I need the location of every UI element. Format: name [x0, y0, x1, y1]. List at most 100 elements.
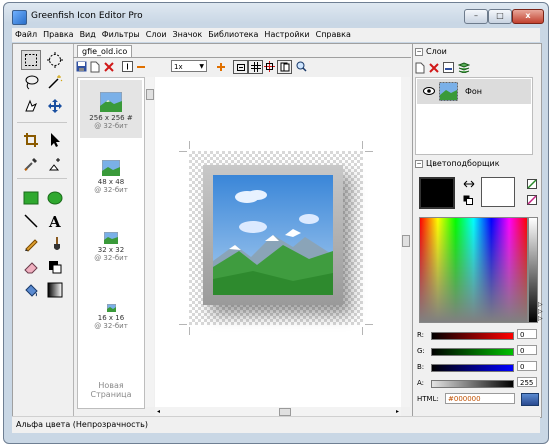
html-color-input[interactable]: #000000: [445, 393, 515, 404]
eraser-icon[interactable]: [21, 257, 41, 277]
page-item[interactable]: 256 x 256 # @ 32-бит: [80, 80, 142, 138]
brush-icon[interactable]: [45, 234, 65, 254]
color-dialog-button[interactable]: [521, 393, 539, 406]
eye-icon[interactable]: [423, 87, 435, 95]
page-item[interactable]: 32 x 32 @ 32-бит: [80, 228, 142, 280]
gradient-icon[interactable]: [45, 280, 65, 300]
transparent-color-icon[interactable]: [527, 179, 537, 189]
title-bar[interactable]: Greenfish Icon Editor Pro – □ x: [4, 3, 548, 29]
right-panel: − Слои Фон − Цветоподборщик ▷ ▷ ▷ R: 0 G…: [412, 44, 543, 417]
canvas-horizontal-scrollbar[interactable]: ◂ ▸: [155, 407, 401, 416]
menu-library[interactable]: Библиотека: [205, 28, 261, 42]
green-channel-row: G: 0: [417, 345, 539, 357]
delete-layer-icon[interactable]: [429, 63, 439, 73]
close-button[interactable]: x: [512, 9, 544, 24]
menu-view[interactable]: Вид: [77, 28, 99, 42]
alpha-channel-row: A: 255: [417, 377, 539, 389]
primary-color-swatch[interactable]: [419, 177, 455, 209]
status-text: Альфа цвета (Непрозрачность): [16, 420, 149, 429]
swap-colors-icon[interactable]: [463, 179, 475, 189]
canvas-corner-mark: [365, 324, 373, 325]
move-icon[interactable]: [45, 96, 65, 116]
layer-stack-icon[interactable]: [458, 62, 470, 73]
canvas-vertical-scrollbar[interactable]: [401, 77, 410, 407]
layer-properties-icon[interactable]: [443, 62, 454, 73]
rectangle-icon[interactable]: [21, 188, 41, 208]
delete-page-icon[interactable]: [103, 60, 115, 73]
layers-panel-header[interactable]: − Слои: [413, 46, 542, 58]
page-item[interactable]: 16 x 16 @ 32-бит: [80, 300, 142, 352]
luminance-slider[interactable]: [528, 217, 538, 323]
crop-icon[interactable]: [21, 130, 41, 150]
scroll-right-icon[interactable]: ▸: [396, 408, 399, 415]
canvas-area[interactable]: [155, 77, 401, 407]
cursor-icon[interactable]: [45, 130, 65, 150]
window-title: Greenfish Icon Editor Pro: [31, 11, 143, 21]
line-icon[interactable]: [21, 211, 41, 231]
menu-help[interactable]: Справка: [313, 28, 354, 42]
scroll-left-icon[interactable]: ◂: [157, 408, 160, 415]
ellipse-select-icon[interactable]: [45, 50, 65, 70]
menu-filters[interactable]: Фильтры: [99, 28, 143, 42]
menu-layers[interactable]: Слои: [143, 28, 170, 42]
menu-edit[interactable]: Правка: [40, 28, 76, 42]
green-slider[interactable]: [431, 348, 514, 356]
red-slider[interactable]: [431, 332, 514, 340]
pages-scrollbar[interactable]: [145, 77, 154, 407]
green-label: G:: [417, 347, 425, 355]
blue-value-input[interactable]: 0: [517, 361, 537, 371]
save-icon[interactable]: [75, 60, 87, 73]
bucket-icon[interactable]: [21, 280, 41, 300]
blue-slider[interactable]: [431, 364, 514, 372]
zoom-in-icon[interactable]: [215, 60, 227, 73]
tool-divider: [17, 178, 67, 179]
new-page-icon[interactable]: [89, 60, 101, 73]
ellipse-icon[interactable]: [45, 188, 65, 208]
page-item[interactable]: 48 x 48 @ 32-бит: [80, 156, 142, 208]
alpha-value-input[interactable]: 255: [517, 377, 537, 387]
rect-select-icon[interactable]: [21, 50, 41, 70]
red-value-input[interactable]: 0: [517, 329, 537, 339]
new-layer-icon[interactable]: [415, 62, 425, 74]
color-replace-icon[interactable]: [45, 154, 65, 174]
lasso-icon[interactable]: [21, 72, 41, 92]
transparency-checkerboard[interactable]: [189, 151, 363, 325]
menu-bar: Файл Правка Вид Фильтры Слои Значок Библиотека…: [12, 28, 540, 42]
maximize-button[interactable]: □: [488, 9, 512, 24]
zoom-out-icon[interactable]: [135, 60, 147, 73]
inverted-color-icon[interactable]: [527, 195, 537, 205]
fill-icon[interactable]: [45, 257, 65, 277]
menu-icon[interactable]: Значок: [170, 28, 206, 42]
layer-row[interactable]: Фон: [417, 79, 531, 104]
blue-label: B:: [417, 363, 425, 371]
alpha-slider[interactable]: [431, 380, 514, 388]
pencil-icon[interactable]: [21, 234, 41, 254]
menu-file[interactable]: Файл: [12, 28, 40, 42]
magnifier-icon[interactable]: [295, 60, 307, 73]
page-size-label: 16 x 16: [97, 314, 125, 322]
minimize-button[interactable]: –: [464, 9, 488, 24]
zoom-select[interactable]: 1x ▼: [171, 60, 207, 72]
secondary-color-swatch[interactable]: [481, 177, 515, 207]
collapse-icon[interactable]: −: [415, 47, 423, 56]
new-page-button[interactable]: Новая Страница: [78, 381, 144, 399]
reset-colors-icon[interactable]: [463, 195, 473, 205]
page-depth-label: @ 32-бит: [94, 254, 128, 262]
magic-wand-icon[interactable]: [45, 72, 65, 92]
center-guides-icon[interactable]: [263, 60, 275, 73]
color-spectrum[interactable]: [419, 217, 528, 323]
tile-view-icon[interactable]: [277, 60, 292, 74]
eyedropper-icon[interactable]: [21, 154, 41, 174]
scroll-thumb[interactable]: [146, 89, 154, 100]
menu-settings[interactable]: Настройки: [261, 28, 312, 42]
green-value-input[interactable]: 0: [517, 345, 537, 355]
fit-window-icon[interactable]: [233, 60, 248, 74]
grid-icon[interactable]: [248, 60, 263, 74]
red-channel-row: R: 0: [417, 329, 539, 341]
actual-size-icon[interactable]: [121, 60, 133, 73]
scroll-thumb[interactable]: [279, 408, 291, 416]
scroll-thumb[interactable]: [402, 235, 410, 247]
icon-frame: [203, 165, 343, 305]
pointer-hand-icon[interactable]: [21, 96, 41, 116]
text-icon[interactable]: A: [45, 211, 65, 231]
